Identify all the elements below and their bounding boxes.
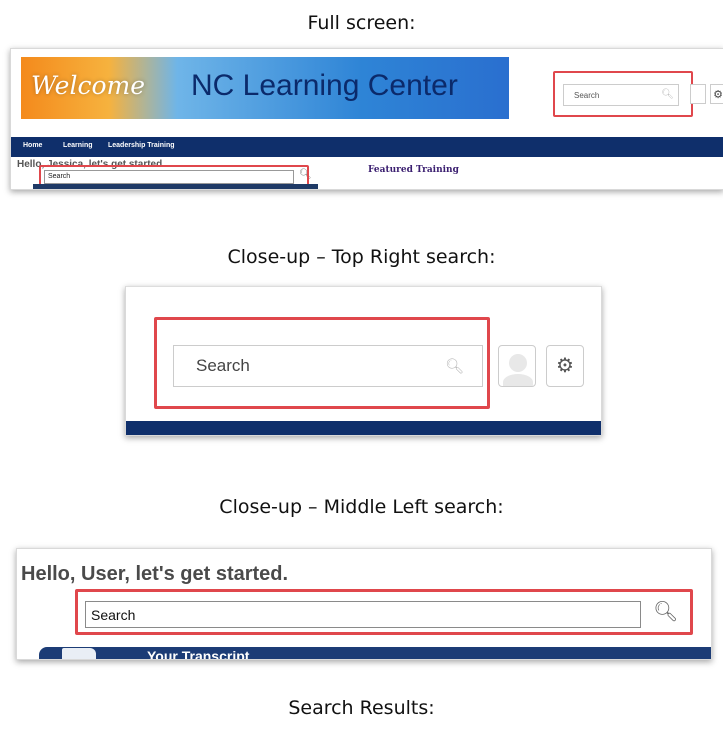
avatar-icon[interactable] bbox=[498, 345, 536, 387]
middle-left-closeup-panel: Hello, User, let's get started. Search 🔍… bbox=[16, 548, 712, 660]
transcript-icon bbox=[62, 648, 96, 659]
top-right-closeup-panel: Search 🔍︎ ⚙ bbox=[125, 286, 602, 436]
featured-training-heading: Featured Training bbox=[368, 165, 459, 175]
caption-middle-left: Close-up – Middle Left search: bbox=[219, 496, 504, 518]
avatar-icon[interactable] bbox=[690, 84, 706, 104]
highlight-middle-search bbox=[75, 589, 693, 635]
greeting-text: Hello, User, let's get started. bbox=[21, 563, 289, 585]
transcript-bar bbox=[33, 184, 318, 189]
banner-title: NC Learning Center bbox=[191, 69, 458, 102]
highlight-top-search bbox=[553, 71, 693, 117]
nav-item-learning[interactable]: Learning bbox=[63, 142, 93, 149]
nav-item-home[interactable]: Home bbox=[23, 142, 42, 149]
full-screen-panel: Welcome NC Learning Center Search 🔍︎ ⚙ H… bbox=[10, 48, 723, 190]
banner-welcome-text: Welcome bbox=[31, 71, 146, 100]
welcome-banner: Welcome NC Learning Center bbox=[21, 57, 509, 119]
gear-icon[interactable]: ⚙ bbox=[710, 84, 723, 104]
nav-bar bbox=[126, 421, 601, 435]
caption-full-screen: Full screen: bbox=[307, 12, 416, 34]
transcript-bar bbox=[39, 647, 711, 659]
caption-top-right: Close-up – Top Right search: bbox=[227, 246, 496, 268]
nav-item-leadership-training[interactable]: Leadership Training bbox=[108, 142, 175, 149]
nav-bar: Home Learning Leadership Training bbox=[11, 137, 723, 157]
highlight-top-search bbox=[154, 317, 490, 409]
caption-search-results: Search Results: bbox=[288, 697, 435, 719]
gear-icon[interactable]: ⚙ bbox=[546, 345, 584, 387]
transcript-title[interactable]: Your Transcript bbox=[147, 648, 249, 659]
